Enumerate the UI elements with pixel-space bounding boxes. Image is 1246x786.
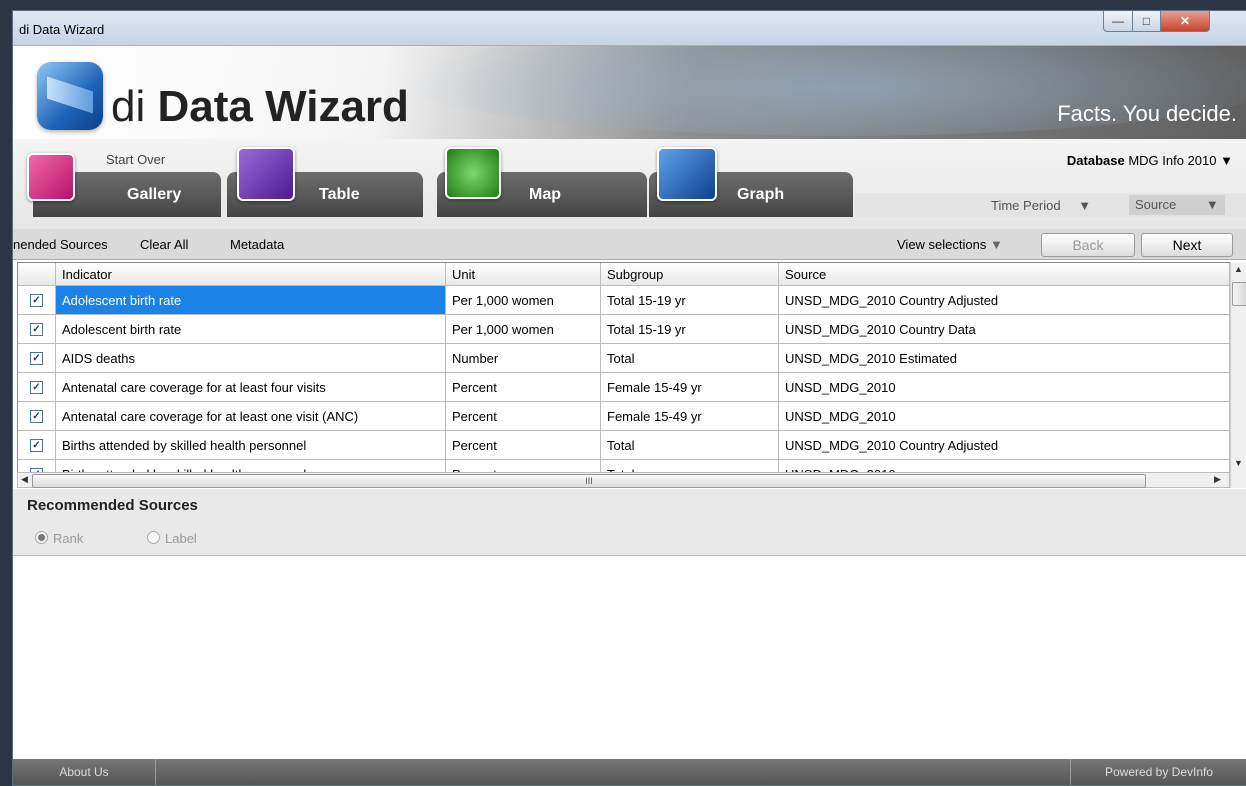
grid-header: Indicator Unit Subgroup Source (18, 263, 1230, 286)
options-bar: nended Sources Clear All Metadata View s… (13, 229, 1246, 260)
row-checkbox[interactable]: ✓ (30, 409, 43, 423)
horizontal-scrollbar[interactable]: ◀ III ▶ (17, 472, 1230, 488)
app-logo-icon (37, 62, 103, 130)
next-button[interactable]: Next (1141, 233, 1233, 257)
table-icon[interactable] (237, 147, 295, 201)
chevron-down-icon: ▼ (1205, 197, 1219, 212)
scroll-thumb[interactable] (1232, 282, 1246, 306)
close-button[interactable]: ✕ (1160, 11, 1210, 32)
database-selector[interactable]: Database MDG Info 2010 ▼ (1067, 153, 1233, 168)
table-row[interactable]: ✓ Antenatal care coverage for at least f… (18, 373, 1230, 402)
close-icon: ✕ (1179, 14, 1191, 28)
column-source[interactable]: Source (779, 263, 1230, 285)
row-checkbox[interactable]: ✓ (30, 351, 43, 365)
rank-radio[interactable]: Rank (35, 531, 83, 546)
chevron-down-icon: ▼ (1078, 198, 1092, 213)
scroll-left-icon[interactable]: ◀ (21, 474, 28, 485)
table-row[interactable]: ✓ Adolescent birth rate Per 1,000 women … (18, 286, 1230, 315)
table-row[interactable]: ✓ Adolescent birth rate Per 1,000 women … (18, 315, 1230, 344)
globe-icon[interactable] (445, 147, 501, 199)
column-indicator[interactable]: Indicator (56, 263, 446, 285)
chevron-down-icon: ▼ (1220, 153, 1233, 168)
recommended-results-area (13, 556, 1246, 759)
recommended-sources-link[interactable]: nended Sources (13, 237, 108, 252)
tab-time-period[interactable]: Time Period ▼ (991, 198, 1091, 213)
gallery-icon[interactable] (27, 153, 75, 201)
row-checkbox[interactable]: ✓ (30, 380, 43, 394)
scroll-down-icon[interactable]: ▼ (1234, 458, 1243, 468)
app-logo-text: di Data Wizard (111, 82, 409, 131)
footer-bar: About Us Powered by DevInfo (13, 759, 1246, 785)
maximize-icon: □ (1142, 14, 1151, 28)
minimize-button[interactable]: — (1103, 11, 1133, 32)
clear-all-link[interactable]: Clear All (140, 237, 188, 252)
column-subgroup[interactable]: Subgroup (601, 263, 779, 285)
maximize-button[interactable]: □ (1132, 11, 1161, 32)
main-toolbar: Gallery Start Over Table Map Graph Datab… (13, 139, 1246, 230)
start-over-link[interactable]: Start Over (106, 152, 165, 167)
recommended-sources-panel: Recommended Sources Rank Label (13, 489, 1246, 556)
bar-chart-icon[interactable] (657, 147, 717, 201)
column-unit[interactable]: Unit (446, 263, 601, 285)
selection-subtabs: Time Period ▼ Source ▼ (855, 193, 1246, 217)
scroll-thumb[interactable]: III (32, 474, 1146, 488)
window-title: di Data Wizard (19, 22, 105, 37)
about-us-link[interactable]: About Us (13, 759, 156, 785)
chevron-down-icon: ▼ (990, 237, 1003, 252)
minimize-icon: — (1112, 14, 1124, 28)
app-window: di Data Wizard — □ ✕ di Data Wizard Fact… (12, 10, 1246, 786)
label-radio[interactable]: Label (147, 531, 197, 546)
back-button[interactable]: Back (1041, 233, 1135, 257)
powered-by-label: Powered by DevInfo (1070, 759, 1246, 785)
table-row[interactable]: ✓ Births attended by skilled health pers… (18, 431, 1230, 460)
vertical-scrollbar[interactable]: ▲ ▼ (1230, 262, 1246, 488)
tab-source[interactable]: Source ▼ (1129, 195, 1225, 215)
header-banner: di Data Wizard Facts. You decide. (13, 46, 1246, 139)
row-checkbox[interactable]: ✓ (30, 322, 43, 336)
table-row[interactable]: ✓ Antenatal care coverage for at least o… (18, 402, 1230, 431)
tagline: Facts. You decide. (1057, 101, 1237, 126)
title-bar: di Data Wizard — □ ✕ (13, 11, 1246, 46)
scroll-right-icon[interactable]: ▶ (1214, 474, 1221, 485)
table-row[interactable]: ✓ AIDS deaths Number Total UNSD_MDG_2010… (18, 344, 1230, 373)
view-selections-dropdown[interactable]: View selections ▼ (897, 237, 1003, 252)
row-checkbox[interactable]: ✓ (30, 293, 43, 307)
recommended-sources-heading: Recommended Sources (27, 497, 198, 514)
metadata-link[interactable]: Metadata (230, 237, 284, 252)
scroll-up-icon[interactable]: ▲ (1234, 264, 1243, 274)
row-checkbox[interactable]: ✓ (30, 438, 43, 452)
source-grid: Indicator Unit Subgroup Source ✓ Adolesc… (17, 262, 1231, 474)
